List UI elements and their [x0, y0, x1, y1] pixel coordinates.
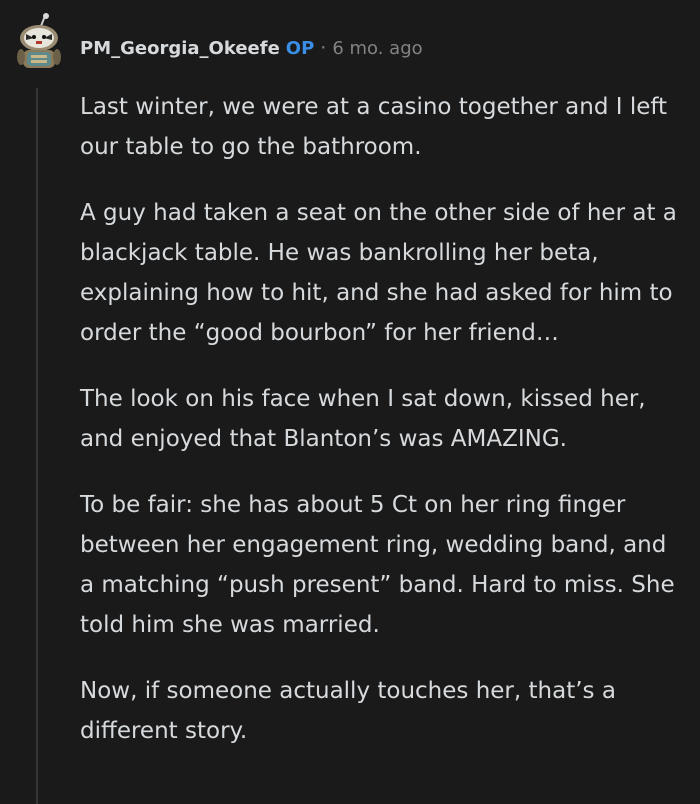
- comment-paragraph: To be fair: she has about 5 Ct on her ri…: [80, 492, 675, 638]
- comment-paragraph: The look on his face when I sat down, ki…: [80, 386, 646, 452]
- op-badge: OP: [285, 38, 315, 59]
- comment-paragraph: Last winter, we were at a casino togethe…: [80, 94, 668, 160]
- comment-meta: PM_Georgia_Okeefe OP · 6 mo. ago: [80, 34, 423, 63]
- snoo-avatar-icon[interactable]: [12, 12, 66, 72]
- comment-timestamp[interactable]: 6 mo. ago: [332, 38, 422, 59]
- meta-separator: ·: [320, 37, 327, 59]
- comment-paragraph: A guy had taken a seat on the other side…: [80, 200, 677, 346]
- thread-collapse-line[interactable]: [36, 88, 38, 804]
- comment-header: PM_Georgia_Okeefe OP · 6 mo. ago: [0, 0, 700, 84]
- author-username[interactable]: PM_Georgia_Okeefe: [80, 38, 280, 59]
- comment-paragraph: Now, if someone actually touches her, th…: [80, 678, 616, 744]
- comment-body: Last winter, we were at a casino togethe…: [80, 87, 685, 777]
